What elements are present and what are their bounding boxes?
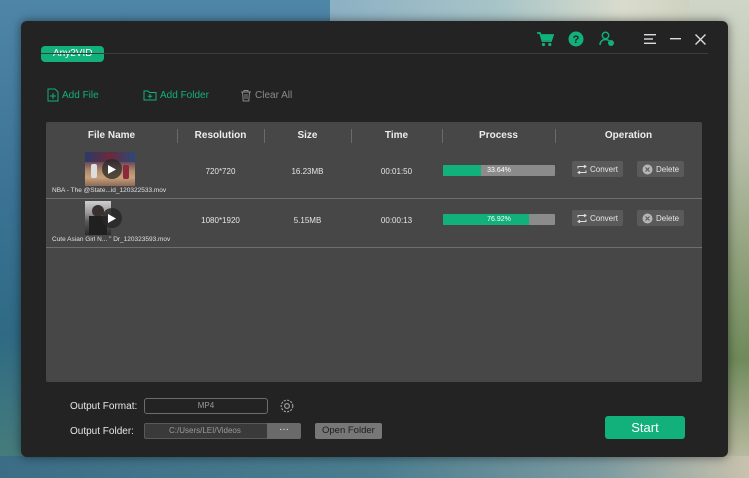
column-header-resolution: Resolution [194,130,247,141]
cart-icon[interactable] [535,29,555,49]
file-name: NBA - The @State...id_120322533.mov [52,187,167,194]
output-format-select[interactable]: MP4 [144,398,268,414]
row-divider [46,247,702,248]
delete-button[interactable]: Delete [637,210,685,226]
clear-all-button[interactable]: Clear All [240,87,292,103]
size-value: 5.15MB [293,216,322,225]
table-row[interactable]: Cute Asian Girl N... " Dr_120323593.mov … [46,199,702,248]
file-table: File Name Resolution Size Time Process O… [46,122,702,382]
column-header-operation: Operation [604,130,653,141]
add-file-label: Add File [62,89,99,101]
open-folder-button[interactable]: Open Folder [315,423,382,439]
play-icon[interactable] [102,208,122,228]
close-icon[interactable] [690,29,710,49]
progress-bar: 33.64% [443,165,555,176]
account-icon[interactable] [597,29,617,49]
convert-button[interactable]: Convert [572,161,624,177]
progress-text: 33.64% [487,167,511,174]
convert-button[interactable]: Convert [572,210,624,226]
delete-label: Delete [656,213,680,223]
add-folder-button[interactable]: Add Folder [143,87,209,103]
delete-label: Delete [656,164,680,174]
delete-icon [642,164,653,174]
resolution-value: 1080*1920 [201,216,240,225]
file-name: Cute Asian Girl N... " Dr_120323593.mov [52,236,171,243]
play-icon[interactable] [102,159,122,179]
help-icon[interactable]: ? [566,29,586,49]
add-file-button[interactable]: Add File [47,87,99,103]
add-folder-icon [143,90,157,101]
resolution-value: 720*720 [205,167,236,176]
minimize-icon[interactable] [665,29,685,49]
app-name-badge: Any2VID [41,46,105,62]
output-format-label: Output Format: [70,401,138,412]
start-button[interactable]: Start [605,416,685,439]
desktop-wallpaper-top [330,0,749,22]
trash-icon [241,89,251,101]
time-value: 00:00:13 [380,216,413,225]
column-header-time: Time [384,130,409,141]
convert-label: Convert [590,164,619,174]
browse-folder-button[interactable]: ··· [267,423,301,439]
column-header-file-name: File Name [87,130,136,141]
video-thumbnail[interactable] [85,152,135,186]
table-header: File Name Resolution Size Time Process O… [46,122,702,150]
clear-all-label: Clear All [255,89,293,101]
titlebar-controls: ? [535,29,710,49]
add-file-icon [47,88,59,102]
progress-text: 76.92% [487,216,511,223]
column-header-process: Process [479,130,518,141]
output-folder-path[interactable]: C:/Users/LEI/Videos [144,423,268,439]
time-value: 00:01:50 [380,167,413,176]
delete-icon [642,213,653,223]
svg-text:?: ? [573,34,580,46]
delete-button[interactable]: Delete [637,161,685,177]
menu-icon[interactable] [640,29,660,49]
column-header-size: Size [297,130,318,141]
convert-icon [577,164,587,174]
convert-icon [577,213,587,223]
table-row[interactable]: NBA - The @State...id_120322533.mov 720*… [46,150,702,199]
size-value: 16.23MB [291,167,324,176]
convert-label: Convert [590,213,619,223]
output-folder-label: Output Folder: [70,426,134,437]
app-window: Any2VID ? Add File Add Folder [21,21,728,457]
add-folder-label: Add Folder [160,89,209,101]
desktop-wallpaper-bottom [0,456,749,478]
progress-bar: 76.92% [443,214,555,225]
title-divider [41,53,708,54]
settings-gear-icon[interactable] [280,399,294,413]
